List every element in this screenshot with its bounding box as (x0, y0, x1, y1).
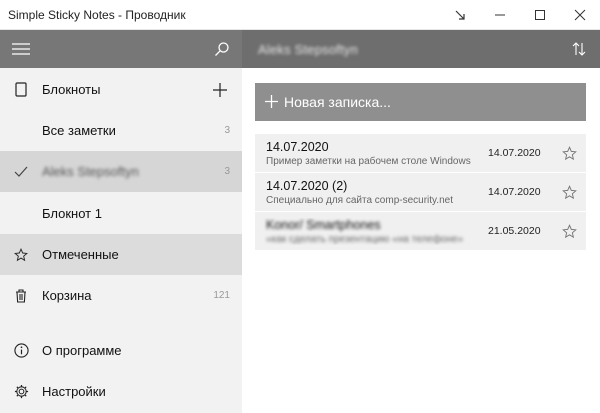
star-icon[interactable] (552, 223, 586, 239)
plus-icon (265, 93, 278, 111)
restore-down-icon[interactable] (440, 0, 480, 30)
sidebar-header (0, 30, 242, 68)
sidebar-item-label: Блокнот 1 (42, 206, 102, 221)
hamburger-icon[interactable] (12, 42, 30, 56)
note-title: 14.07.2020 (266, 139, 329, 154)
sidebar-item-label: Блокноты (42, 82, 101, 97)
main-header: Aleks Stepsoftyn (242, 30, 600, 68)
note-preview: Специально для сайта comp-security.net (266, 194, 453, 206)
note-title: Konor/ Smartphones (266, 217, 381, 232)
new-note-label: Новая записка... (284, 94, 391, 110)
owner-name: Aleks Stepsoftyn (258, 41, 359, 57)
search-icon[interactable] (214, 41, 230, 57)
sidebar-item-label: Aleks Stepsoftyn (42, 164, 139, 179)
sidebar-item-notebook-1[interactable]: Блокнот 1 (0, 193, 242, 234)
title-bar: Simple Sticky Notes - Проводник (0, 0, 600, 30)
note-item[interactable]: 14.07.2020 (2) Специально для сайта comp… (255, 173, 586, 211)
note-title: 14.07.2020 (2) (266, 178, 348, 193)
info-icon (0, 343, 42, 358)
check-icon (0, 166, 42, 178)
note-preview: «как сделать презентацию «на телефоне» (266, 233, 464, 245)
sidebar-item-settings[interactable]: Настройки (0, 371, 242, 412)
star-icon[interactable] (552, 184, 586, 200)
note-count: 121 (213, 290, 230, 301)
sidebar-item-all-notes[interactable]: Все заметки 3 (0, 110, 242, 151)
note-item[interactable]: 14.07.2020 Пример заметки на рабочем сто… (255, 134, 586, 172)
notes-panel: Новая записка... 14.07.2020 Пример замет… (242, 68, 600, 413)
sidebar-item-owner[interactable]: Aleks Stepsoftyn 3 (0, 151, 242, 192)
sidebar-item-notebooks[interactable]: Блокноты (0, 69, 242, 110)
star-icon (0, 247, 42, 262)
note-date: 14.07.2020 (488, 186, 541, 198)
sidebar-item-about[interactable]: О программе (0, 330, 242, 371)
maximize-button[interactable] (520, 0, 560, 30)
sort-icon[interactable] (572, 42, 586, 56)
star-icon[interactable] (552, 145, 586, 161)
sidebar-item-label: О программе (42, 343, 122, 358)
trash-icon (0, 288, 42, 303)
note-item[interactable]: Konor/ Smartphones «как сделать презента… (255, 212, 586, 250)
gear-icon (0, 384, 42, 399)
sidebar-item-label: Корзина (42, 288, 92, 303)
sidebar-item-label: Настройки (42, 384, 106, 399)
note-count: 3 (224, 125, 230, 136)
window-title: Simple Sticky Notes - Проводник (8, 7, 186, 22)
note-date: 21.05.2020 (488, 225, 541, 237)
note-date: 14.07.2020 (488, 147, 541, 159)
minimize-button[interactable] (480, 0, 520, 30)
new-note-button[interactable]: Новая записка... (255, 83, 586, 121)
sidebar-item-starred[interactable]: Отмеченные (0, 234, 242, 275)
note-count: 3 (224, 166, 230, 177)
sidebar-item-trash[interactable]: Корзина 121 (0, 275, 242, 316)
sidebar-item-label: Все заметки (42, 123, 116, 138)
sidebar-item-label: Отмеченные (42, 247, 119, 262)
close-button[interactable] (560, 0, 600, 30)
sidebar: Блокноты Все заметки 3 Aleks Stepsoftyn … (0, 68, 242, 413)
note-preview: Пример заметки на рабочем столе Windows (266, 155, 471, 167)
notebook-icon (0, 82, 42, 97)
plus-icon[interactable] (198, 82, 242, 97)
